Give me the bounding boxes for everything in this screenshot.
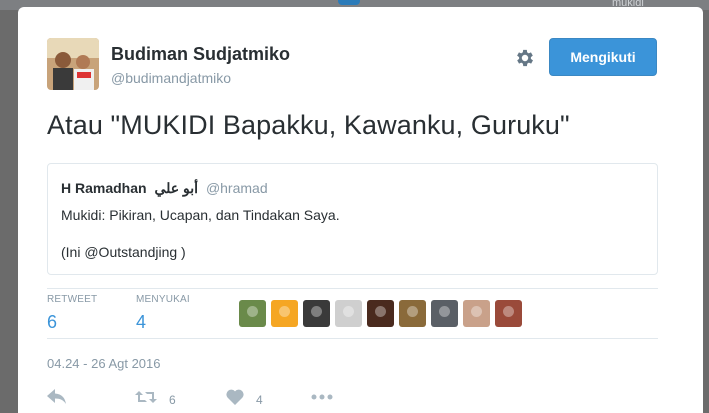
retweet-stat[interactable]: RETWEET 6 <box>47 294 97 333</box>
liker-avatar-8[interactable] <box>463 300 490 327</box>
heart-icon <box>226 389 244 410</box>
liker-avatar-2[interactable] <box>271 300 298 327</box>
avatar-face <box>407 306 418 317</box>
retweet-button[interactable]: 6 <box>135 389 176 410</box>
author-avatar[interactable] <box>47 38 99 90</box>
tweet-timestamp[interactable]: 04.24 - 26 Agt 2016 <box>47 356 160 371</box>
background-tab-indicator <box>338 0 360 5</box>
avatar-face <box>343 306 354 317</box>
retweet-stat-label: RETWEET <box>47 294 98 305</box>
quoted-author-handle: @hramad <box>205 180 268 196</box>
liker-avatar-1[interactable] <box>239 300 266 327</box>
likes-stat[interactable]: MENYUKAI 4 <box>136 294 190 333</box>
liker-avatar-9[interactable] <box>495 300 522 327</box>
liker-avatars <box>239 300 522 327</box>
tweet-header: Budiman Sudjatmiko @budimandjatmiko Meng… <box>47 38 678 92</box>
quoted-author-name-arabic: أبو علي <box>154 180 199 196</box>
more-icon <box>311 389 333 410</box>
avatar-face <box>471 306 482 317</box>
liker-avatar-7[interactable] <box>431 300 458 327</box>
author-handle[interactable]: @budimandjatmiko <box>111 70 231 86</box>
quoted-author-name: H Ramadhan <box>61 180 147 196</box>
reply-button[interactable] <box>47 389 67 410</box>
likes-stat-label: MENYUKAI <box>136 294 190 305</box>
liker-avatar-4[interactable] <box>335 300 362 327</box>
avatar-face <box>439 306 450 317</box>
retweet-stat-count: 6 <box>47 312 58 332</box>
avatar-face <box>375 306 386 317</box>
tweet-text: Atau "MUKIDI Bapakku, Kawanku, Guruku" <box>47 110 570 140</box>
author-name[interactable]: Budiman Sudjatmiko <box>111 44 290 65</box>
like-action-count: 4 <box>256 392 263 407</box>
liker-avatar-3[interactable] <box>303 300 330 327</box>
quoted-tweet-header: H Ramadhan أبو علي @hramad <box>61 180 268 197</box>
quoted-tweet-text-line-1: Mukidi: Pikiran, Ucapan, dan Tindakan Sa… <box>61 207 340 223</box>
reply-icon <box>47 389 67 410</box>
likes-stat-count: 4 <box>136 312 147 332</box>
avatar-face <box>247 306 258 317</box>
avatar-face <box>279 306 290 317</box>
stats-bottom-divider <box>47 338 658 339</box>
avatar-face <box>311 306 322 317</box>
quoted-tweet-text-line-2: (Ini @Outstandjing ) <box>61 244 186 260</box>
quoted-tweet[interactable]: H Ramadhan أبو علي @hramad Mukidi: Pikir… <box>47 163 658 275</box>
gear-icon[interactable] <box>514 47 536 69</box>
avatar-face <box>503 306 514 317</box>
more-button[interactable] <box>311 389 333 410</box>
like-button[interactable]: 4 <box>226 389 263 410</box>
tweet-modal: Budiman Sudjatmiko @budimandjatmiko Meng… <box>18 7 703 413</box>
retweet-icon <box>135 389 157 410</box>
following-button[interactable]: Mengikuti <box>549 38 657 76</box>
retweet-action-count: 6 <box>169 392 176 407</box>
liker-avatar-6[interactable] <box>399 300 426 327</box>
stats-top-divider <box>47 288 658 289</box>
liker-avatar-5[interactable] <box>367 300 394 327</box>
